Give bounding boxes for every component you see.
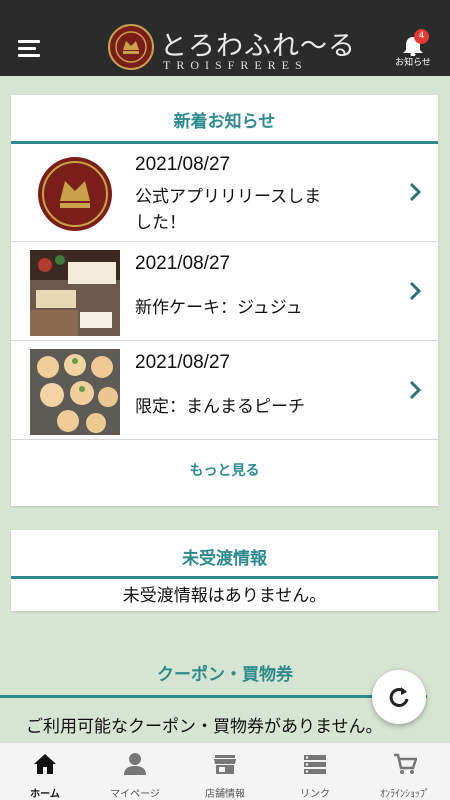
news-item[interactable]: 2021/08/27 新作ケーキ：ジュジュ — [11, 243, 438, 341]
news-card-title: 新着お知らせ — [173, 112, 276, 132]
coupons-empty-message: ご利用可能なクーポン・買物券がありません。 — [26, 717, 383, 737]
cart-icon — [394, 753, 417, 774]
nav-label: ｵﾝﾗｲﾝｼｮｯﾌﾟ — [380, 789, 430, 800]
nav-store-info[interactable]: 店舗情報 — [180, 743, 270, 800]
app-header: とろわふれ～る TROISFRERES 4 お知らせ — [0, 0, 450, 76]
nav-label: マイページ — [110, 789, 160, 800]
news-date: 2021/08/27 — [135, 352, 231, 373]
news-title: 公式アプリリリースしました！ — [135, 187, 322, 233]
news-thumbnail-logo — [30, 151, 120, 237]
store-icon — [214, 755, 236, 774]
logo-subtitle: TROISFRERES — [163, 58, 308, 72]
undelivered-card-title: 未受渡情報 — [182, 549, 267, 569]
nav-home[interactable]: ホーム — [0, 743, 90, 800]
refresh-button[interactable] — [372, 670, 426, 724]
news-title: 新作ケーキ：ジュジュ — [135, 298, 303, 318]
chevron-right-icon — [407, 379, 423, 401]
nav-label: リンク — [300, 789, 330, 800]
nav-mypage[interactable]: マイページ — [90, 743, 180, 800]
nav-label: 店舗情報 — [205, 789, 245, 800]
undelivered-empty-message: 未受渡情報はありません。 — [122, 586, 327, 606]
news-item[interactable]: 2021/08/27 公式アプリリリースしました！ — [11, 144, 438, 242]
undelivered-card-divider — [11, 576, 438, 579]
nav-label: ホーム — [30, 789, 60, 800]
chevron-right-icon — [407, 181, 423, 203]
news-thumbnail-peach — [30, 349, 120, 435]
list-icon — [304, 755, 326, 774]
home-icon — [34, 754, 56, 774]
menu-icon[interactable] — [18, 40, 40, 58]
brand-logo: とろわふれ～る TROISFRERES — [108, 24, 355, 76]
logo-emblem — [108, 24, 154, 70]
news-title: 限定：まんまるピーチ — [135, 397, 305, 417]
coupons-section-divider — [0, 695, 427, 698]
news-more-link[interactable]: もっと見る — [11, 460, 438, 480]
news-item[interactable]: 2021/08/27 限定：まんまるピーチ — [11, 342, 438, 440]
chevron-right-icon — [407, 280, 423, 302]
bottom-navigation: ホーム マイページ 店舗情報 リンク ｵﾝﾗｲﾝｼｮｯﾌﾟ — [0, 742, 450, 800]
notification-count-badge: 4 — [414, 29, 429, 44]
person-icon — [124, 753, 146, 775]
refresh-icon — [389, 687, 409, 707]
notification-label[interactable]: お知らせ — [390, 55, 436, 68]
news-date: 2021/08/27 — [135, 253, 231, 274]
news-thumbnail-cake — [30, 250, 120, 336]
undelivered-card: 未受渡情報 未受渡情報はありません。 — [11, 530, 438, 611]
news-date: 2021/08/27 — [135, 154, 231, 175]
news-card: 新着お知らせ 2021/08/27 公式アプリリリースしました！ 2021/08… — [11, 95, 438, 506]
nav-online-shop[interactable]: ｵﾝﾗｲﾝｼｮｯﾌﾟ — [360, 743, 450, 800]
nav-links[interactable]: リンク — [270, 743, 360, 800]
